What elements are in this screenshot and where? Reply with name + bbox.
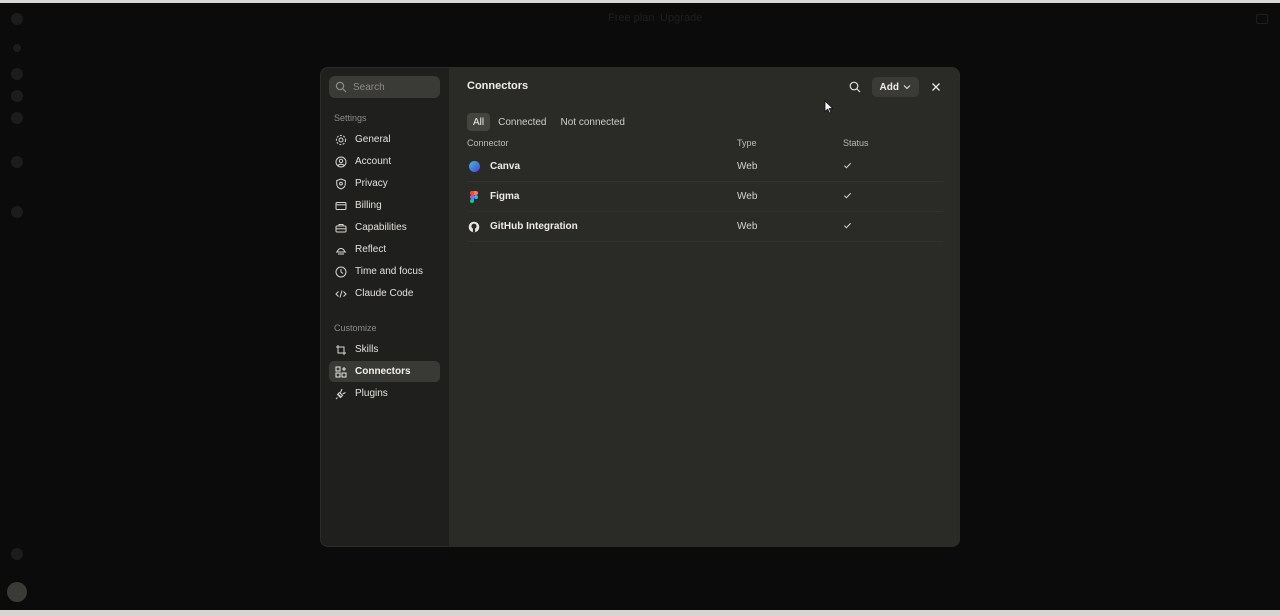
bg-code-icon <box>11 156 23 168</box>
briefcase-icon <box>335 223 347 232</box>
connector-name: GitHub Integration <box>490 221 578 232</box>
header-actions: Add <box>844 76 947 98</box>
close-icon <box>932 83 940 91</box>
sidebar-item-label: Reflect <box>355 244 387 255</box>
settings-sidebar: Search Settings General Account Privacy … <box>321 68 449 546</box>
sidebar-item-label: General <box>355 134 391 145</box>
add-button[interactable]: Add <box>871 77 919 97</box>
bg-pen-icon <box>11 548 23 560</box>
avatar <box>7 582 27 602</box>
table-header: Connector Type Status <box>467 138 943 152</box>
sidebar-item-label: Plugins <box>355 388 388 399</box>
grid-plus-icon <box>335 366 347 377</box>
bg-chat-icon <box>11 68 23 80</box>
github-logo <box>467 220 481 234</box>
type-cell: Web <box>737 221 758 232</box>
sidebar-item-label: Privacy <box>355 178 388 189</box>
chevron-down-icon <box>903 85 911 90</box>
sidebar-item-label: Account <box>355 156 392 167</box>
checkmark-icon <box>843 222 852 229</box>
mouse-cursor-icon <box>824 100 834 114</box>
connectors-table: Connector Type Status Canva Web Figma We… <box>467 138 943 242</box>
plug-icon <box>335 388 346 399</box>
top-edge <box>0 0 1280 3</box>
bg-projects-icon <box>11 90 23 102</box>
sidebar-item-label: Connectors <box>355 366 411 377</box>
search-button[interactable] <box>844 76 866 98</box>
bg-settings-icon <box>11 206 23 218</box>
credit-card-icon <box>335 201 347 210</box>
bg-panel-icon <box>1256 14 1268 24</box>
checkmark-icon <box>843 192 852 199</box>
sidebar-item-skills[interactable]: Skills <box>329 339 440 360</box>
column-header-status: Status <box>843 138 869 148</box>
search-input[interactable]: Search <box>329 76 440 98</box>
sidebar-item-time-and-focus[interactable]: Time and focus <box>329 261 440 282</box>
sidebar-item-capabilities[interactable]: Capabilities <box>329 217 440 238</box>
clock-icon <box>335 266 347 277</box>
filter-tabs: All Connected Not connected <box>467 113 631 131</box>
sidebar-item-account[interactable]: Account <box>329 151 440 172</box>
bg-upgrade-link: Upgrade <box>660 12 703 24</box>
search-icon <box>335 81 347 93</box>
settings-modal: Search Settings General Account Privacy … <box>320 67 960 547</box>
search-placeholder: Search <box>353 81 385 93</box>
connector-name: Canva <box>490 161 521 172</box>
connector-cell: Canva <box>467 160 737 174</box>
sidebar-item-reflect[interactable]: Reflect <box>329 239 440 260</box>
table-row[interactable]: GitHub Integration Web <box>467 212 943 242</box>
gear-icon <box>335 134 347 145</box>
sidebar-item-general[interactable]: General <box>329 129 440 150</box>
column-header-type: Type <box>737 138 757 148</box>
bottom-edge <box>0 610 1280 616</box>
code-icon <box>335 289 347 298</box>
table-row[interactable]: Figma Web <box>467 182 943 212</box>
user-circle-icon <box>335 156 347 167</box>
tab-connected[interactable]: Connected <box>492 113 552 131</box>
add-button-label: Add <box>879 81 899 93</box>
search-icon <box>849 81 860 93</box>
page-title: Connectors <box>467 80 529 92</box>
sidebar-item-label: Skills <box>355 344 379 355</box>
tab-all[interactable]: All <box>467 113 491 131</box>
connector-cell: Figma <box>467 190 737 204</box>
sidebar-item-billing[interactable]: Billing <box>329 195 440 216</box>
bg-free-plan-link: Free plan <box>608 12 655 24</box>
sidebar-item-label: Capabilities <box>355 222 407 233</box>
sidebar-item-claude-code[interactable]: Claude Code <box>329 283 440 304</box>
status-cell <box>843 221 943 233</box>
customize-section-label: Customize <box>334 323 377 333</box>
sidebar-item-plugins[interactable]: Plugins <box>329 383 440 404</box>
shield-icon <box>336 177 346 190</box>
bg-logo-icon <box>11 13 23 25</box>
figma-logo <box>467 190 481 204</box>
type-cell: Web <box>737 161 758 172</box>
status-cell <box>843 191 943 203</box>
checkmark-icon <box>843 162 852 169</box>
bg-artifacts-icon <box>11 112 23 124</box>
close-button[interactable] <box>925 76 947 98</box>
sunrise-icon <box>336 247 346 254</box>
status-cell <box>843 161 943 173</box>
background-left-rail <box>0 3 36 610</box>
sidebar-item-connectors[interactable]: Connectors <box>329 361 440 382</box>
table-row[interactable]: Canva Web <box>467 152 943 182</box>
canva-logo <box>467 160 481 174</box>
app-window: Free plan Upgrade Search Settings Genera… <box>0 0 1280 616</box>
sidebar-item-privacy[interactable]: Privacy <box>329 173 440 194</box>
connectors-panel: Connectors Add All Connected Not connect… <box>449 68 959 546</box>
tab-not-connected[interactable]: Not connected <box>555 113 632 131</box>
type-cell: Web <box>737 191 758 202</box>
sidebar-item-label: Time and focus <box>355 266 423 277</box>
crop-icon <box>336 344 346 355</box>
sidebar-item-label: Billing <box>355 200 382 211</box>
settings-section-label: Settings <box>334 113 367 123</box>
bg-plus-icon <box>13 44 21 52</box>
column-header-connector: Connector <box>467 138 509 148</box>
sidebar-item-label: Claude Code <box>355 288 414 299</box>
connector-cell: GitHub Integration <box>467 220 737 234</box>
connector-name: Figma <box>490 191 520 202</box>
